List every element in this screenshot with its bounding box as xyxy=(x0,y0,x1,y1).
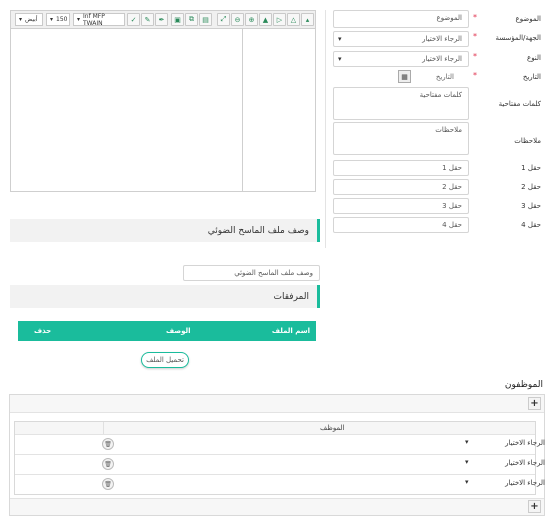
dropdown-icon: ▾ xyxy=(19,16,23,23)
entity-label: الجهة/المؤسسة xyxy=(495,34,541,42)
required-mark: * xyxy=(473,71,477,80)
column-description: الوصف xyxy=(166,327,191,335)
employees-toolbar-top xyxy=(10,395,544,413)
notes-textarea[interactable]: ملاحظات xyxy=(333,122,469,155)
zoom-out-icon[interactable]: ⊖ xyxy=(231,13,244,26)
zoom-in-icon[interactable]: ⊕ xyxy=(245,13,258,26)
rotate-icon[interactable]: ▷ xyxy=(273,13,286,26)
required-mark: * xyxy=(473,13,477,22)
attachments-heading: المرفقات xyxy=(10,285,320,308)
employees-toolbar-bottom xyxy=(10,498,544,515)
add-employee-button-top[interactable]: + xyxy=(528,397,541,410)
employee-select[interactable]: الرجاء الاختيار xyxy=(463,477,549,491)
marker-icon[interactable]: ✒ xyxy=(155,13,168,26)
scan-description-input[interactable]: وصف ملف الماسح الضوئي xyxy=(183,265,320,281)
scan-preview-area[interactable] xyxy=(11,29,315,191)
field-4-input[interactable]: حقل 4 xyxy=(333,217,469,233)
dropdown-icon: ▾ xyxy=(77,16,81,23)
delete-icon[interactable]: 🗑 xyxy=(102,438,114,450)
field-2-input[interactable]: حقل 2 xyxy=(333,179,469,195)
scan-description-heading: وصف ملف الماسح الضوئي xyxy=(10,219,320,242)
source-value: Inf MFP TWAIN xyxy=(83,12,105,27)
column-delete: حذف xyxy=(34,327,52,335)
delete-icon[interactable]: 🗑 xyxy=(102,478,114,490)
upload-file-button[interactable]: تحميل الملف xyxy=(141,352,189,368)
date-field[interactable]: التاريخ ▦ xyxy=(333,69,469,85)
field-3-label: حقل 3 xyxy=(521,202,541,210)
employee-select[interactable]: الرجاء الاختيار xyxy=(463,457,549,471)
attachments-table-header: اسم الملف الوصف حذف xyxy=(18,321,316,341)
pin-icon[interactable]: ✓ xyxy=(127,13,140,26)
table-row: 🗑 الرجاء الاختيار xyxy=(15,434,545,454)
column-filename: اسم الملف xyxy=(271,327,310,335)
entity-select[interactable]: الرجاء الاختيار xyxy=(333,31,469,47)
employees-heading: الموظفون xyxy=(504,380,543,390)
copy-icon[interactable]: ⧉ xyxy=(185,13,198,26)
type-label: النوع xyxy=(527,54,541,62)
column-divider xyxy=(325,10,326,248)
column-separator xyxy=(103,422,104,434)
employees-table: الموظف 🗑 الرجاء الاختيار 🗑 الرجاء الاختي… xyxy=(14,421,545,495)
type-select[interactable]: الرجاء الاختيار xyxy=(333,51,469,67)
field-1-label: حقل 1 xyxy=(521,164,541,172)
field-3-input[interactable]: حقل 3 xyxy=(333,198,469,214)
dropdown-icon: ▾ xyxy=(50,16,54,23)
delete-icon[interactable]: 🗑 xyxy=(102,458,114,470)
keywords-textarea[interactable]: كلمات مفتاحية xyxy=(333,87,469,120)
scan-thumbnail-divider xyxy=(242,29,243,191)
employees-table-header: الموظف xyxy=(15,422,535,434)
subject-input[interactable]: الموضوع xyxy=(333,10,469,28)
date-label: التاريخ xyxy=(522,73,541,81)
employee-select[interactable]: الرجاء الاختيار xyxy=(463,437,549,451)
source-select[interactable]: ▾ Inf MFP TWAIN xyxy=(73,12,125,27)
scanner-panel: ▾ أبيض ▾ 150 ▾ Inf MFP TWAIN ✓ ✎ ✒ ▣ ⧉ ▤… xyxy=(10,10,316,192)
fit-icon[interactable]: ⤢ xyxy=(217,13,230,26)
stack-icon[interactable]: ▤ xyxy=(199,13,212,26)
table-row: 🗑 الرجاء الاختيار xyxy=(15,454,545,474)
required-mark: * xyxy=(473,52,477,61)
table-row: 🗑 الرجاء الاختيار xyxy=(15,474,545,494)
color-mode-value: أبيض xyxy=(25,16,38,23)
pen-icon[interactable]: ✎ xyxy=(141,13,154,26)
subject-label: الموضوع xyxy=(515,15,541,23)
field-1-input[interactable]: حقل 1 xyxy=(333,160,469,176)
calendar-icon[interactable]: ▦ xyxy=(398,70,411,83)
scanner-toolbar: ▾ أبيض ▾ 150 ▾ Inf MFP TWAIN ✓ ✎ ✒ ▣ ⧉ ▤… xyxy=(11,11,315,29)
dpi-value: 150 xyxy=(56,16,68,23)
column-employee: الموظف xyxy=(320,424,345,432)
add-employee-button-bottom[interactable]: + xyxy=(528,500,541,513)
keywords-label: كلمات مفتاحية xyxy=(498,100,541,108)
flip-icon[interactable]: ▲ xyxy=(259,13,272,26)
field-4-label: حقل 4 xyxy=(521,221,541,229)
field-2-label: حقل 2 xyxy=(521,183,541,191)
color-mode-select[interactable]: ▾ أبيض xyxy=(15,13,43,26)
dpi-select[interactable]: ▾ 150 xyxy=(46,13,70,26)
scan-icon[interactable]: ▣ xyxy=(171,13,184,26)
notes-label: ملاحظات xyxy=(514,137,541,145)
mountain-alt-icon[interactable]: ▴ xyxy=(301,13,314,26)
mountain-icon[interactable]: △ xyxy=(287,13,300,26)
required-mark: * xyxy=(473,32,477,41)
